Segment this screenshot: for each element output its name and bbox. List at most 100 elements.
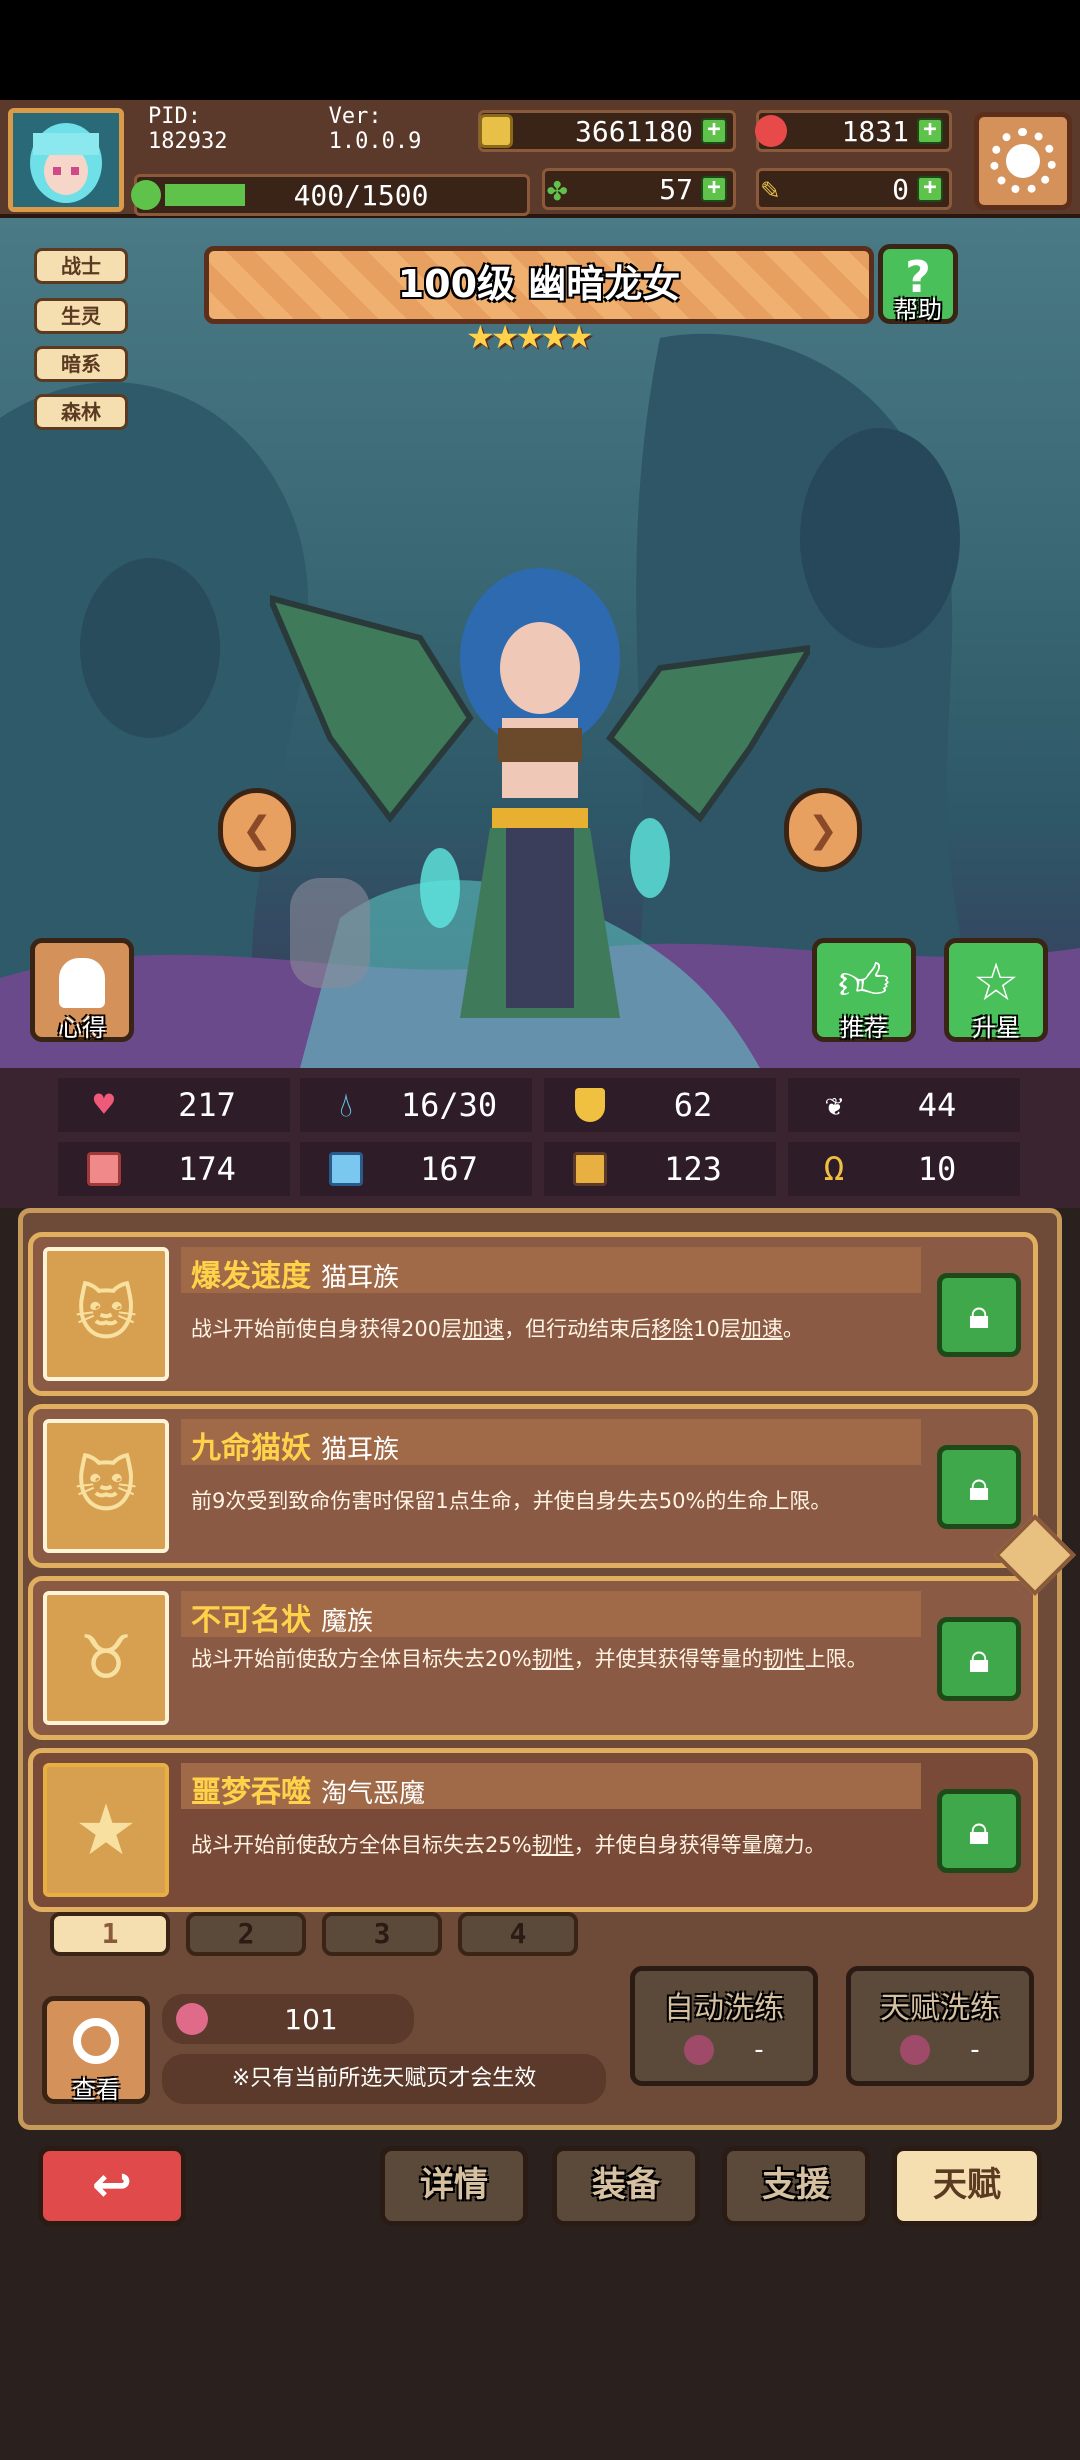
upstar-button[interactable]: ☆ 升星: [944, 938, 1048, 1042]
desc-text: 上限。: [804, 1647, 868, 1671]
prev-hero-button[interactable]: ❮: [218, 788, 296, 872]
talent-card[interactable]: 🐱︎ 爆发速度 猫耳族 战斗开始前使自身获得200层加速，但行动结束后移除10层加…: [28, 1232, 1038, 1396]
stat-value: 44: [917, 1086, 957, 1124]
desc-text: ，并使自身获得等量魔力。: [573, 1833, 826, 1857]
water-drop-icon: 💧︎: [339, 1085, 353, 1125]
talent-tab[interactable]: 天赋: [892, 2146, 1042, 2226]
details-tab[interactable]: 详情: [380, 2146, 528, 2226]
talent-race: 魔族: [321, 1607, 374, 1637]
stairs-icon: [570, 1149, 610, 1189]
exp-fill: [165, 184, 245, 206]
support-tab[interactable]: 支援: [722, 2146, 870, 2226]
insights-button[interactable]: 心得: [30, 938, 134, 1042]
help-button[interactable]: ? 帮助: [878, 244, 958, 324]
recommend-button[interactable]: 👍︎ 推荐: [812, 938, 916, 1042]
talent-name: 九命猫妖: [191, 1431, 311, 1466]
talent-card[interactable]: ♉︎ 不可名状 魔族 战斗开始前使敌方全体目标失去20%韧性，并使其获得等量的韧性…: [28, 1576, 1038, 1740]
status-bar: [0, 0, 1080, 100]
page-tab-2[interactable]: 2: [186, 1912, 306, 1956]
shield-icon: [570, 1085, 610, 1125]
talent-title: 九命猫妖 猫耳族: [191, 1423, 399, 1467]
page-tab-3[interactable]: 3: [322, 1912, 442, 1956]
next-hero-button[interactable]: ❯: [784, 788, 862, 872]
talent-title: 不可名状 魔族: [191, 1595, 373, 1639]
lock-button[interactable]: 🔒︎: [937, 1273, 1021, 1357]
lock-button[interactable]: 🔒︎: [937, 1617, 1021, 1701]
keyword-link[interactable]: 加速: [462, 1317, 504, 1341]
dragon-girl-sprite: [270, 568, 810, 1018]
stat-luck: Ω 10: [788, 1142, 1020, 1196]
talent-race: 猫耳族: [321, 1435, 400, 1465]
talent-desc: 前9次受到致命伤害时保留1点生命，并使自身失去50%的生命上限。: [191, 1485, 915, 1517]
auto-cost-value: -: [754, 2035, 764, 2065]
talent-desc: 战斗开始前使自身获得200层加速，但行动结束后移除10层加速。: [191, 1313, 915, 1345]
chevron-right-icon: ❯: [807, 809, 839, 851]
stat-value: 167: [420, 1150, 478, 1188]
lock-button[interactable]: 🔒︎: [937, 1445, 1021, 1529]
pid-row: PID: 182932 Ver: 1.0.0.9: [134, 104, 482, 154]
page-tab-4[interactable]: 4: [458, 1912, 578, 1956]
lock-button[interactable]: 🔒︎: [937, 1789, 1021, 1873]
clover-counter: ✤ 57 +: [542, 168, 736, 210]
cat-icon: 🐱︎: [43, 1419, 169, 1553]
hero-title-banner: 100级 幽暗龙女: [204, 246, 874, 324]
desc-text: ，并使其获得等量的: [573, 1647, 763, 1671]
stats-grid: ♥ 217 💧︎ 16/30 62 ❦ 44 174 167 123 Ω 10: [0, 1068, 1080, 1208]
view-label: 查看: [72, 2076, 120, 2104]
equip-tab[interactable]: 装备: [552, 2146, 700, 2226]
hero-scene: 战士 生灵 暗系 森林 100级 幽暗龙女 ★★★★★ ? 帮助 ❮ ❯ 心得 …: [0, 218, 1080, 1068]
desc-text: 战斗开始前使自身获得200层: [191, 1317, 463, 1341]
talent-reroll-label: 天赋洗练: [880, 1991, 1000, 2026]
horn-icon: ✎: [761, 171, 780, 207]
insights-label: 心得: [58, 1014, 106, 1042]
back-arrow-icon: ↩: [91, 2157, 133, 2213]
horseshoe-icon: Ω: [823, 1149, 845, 1189]
settings-button[interactable]: [974, 112, 1072, 210]
talent-card[interactable]: 🐱︎ 九命猫妖 猫耳族 前9次受到致命伤害时保留1点生命，并使自身失去50%的生命…: [28, 1404, 1038, 1568]
talent-title: 噩梦吞噬 淘气恶魔: [191, 1767, 425, 1811]
gear-icon: [990, 128, 1056, 194]
gem-value: 1831: [841, 114, 909, 148]
desc-text: 战斗开始前使敌方全体目标失去25%: [191, 1833, 532, 1857]
talent-card[interactable]: ★ 噩梦吞噬 淘气恶魔 战斗开始前使敌方全体目标失去25%韧性，并使自身获得等量魔…: [28, 1748, 1038, 1912]
seed-icon: [900, 2035, 931, 2065]
gem-plus-button[interactable]: +: [917, 118, 943, 144]
gold-plus-button[interactable]: +: [701, 118, 727, 144]
upstar-label: 升星: [972, 1014, 1020, 1042]
page-tab-1[interactable]: 1: [50, 1912, 170, 1956]
demon-icon: ♉︎: [43, 1591, 169, 1725]
talent-name: 爆发速度: [191, 1259, 311, 1294]
star-icon: ★: [564, 318, 594, 356]
recommend-label: 推荐: [840, 1014, 888, 1042]
player-avatar[interactable]: [8, 108, 124, 212]
keyword-link[interactable]: 韧性: [763, 1647, 805, 1671]
auto-reroll-button[interactable]: 自动洗练 -: [630, 1966, 818, 2086]
keyword-link[interactable]: 移除: [651, 1317, 693, 1341]
exp-icon: [131, 180, 161, 210]
token-plus-button[interactable]: +: [917, 176, 943, 202]
auto-reroll-label: 自动洗练: [664, 1991, 784, 2026]
clover-plus-button[interactable]: +: [701, 176, 727, 202]
chevron-left-icon: ❮: [241, 809, 273, 851]
pid-text: PID: 182932: [148, 104, 228, 154]
heart-icon: ♥: [93, 1085, 115, 1125]
talent-reroll-button[interactable]: 天赋洗练 -: [846, 1966, 1034, 2086]
back-button[interactable]: ↩: [38, 2146, 186, 2226]
clover-value: 57: [659, 172, 693, 206]
view-button[interactable]: 查看: [42, 1996, 150, 2104]
talent-cost-value: -: [970, 2035, 980, 2065]
gem-counter: 1831 +: [755, 110, 952, 152]
stat-stairs: 123: [544, 1142, 776, 1196]
keyword-link[interactable]: 加速: [741, 1317, 783, 1341]
stat-attack: 174: [58, 1142, 290, 1196]
keyword-link[interactable]: 韧性: [532, 1833, 574, 1857]
stat-magic: 167: [300, 1142, 532, 1196]
star-outline-icon: ☆: [972, 953, 1020, 1013]
stat-value: 16/30: [400, 1086, 498, 1124]
stat-armor: 62: [544, 1078, 776, 1132]
keyword-link[interactable]: 韧性: [532, 1647, 574, 1671]
stat-value: 62: [673, 1086, 713, 1124]
gold-value: 3661180: [574, 114, 693, 148]
auto-cost: -: [635, 2035, 813, 2065]
star-icon: ★: [466, 318, 495, 356]
